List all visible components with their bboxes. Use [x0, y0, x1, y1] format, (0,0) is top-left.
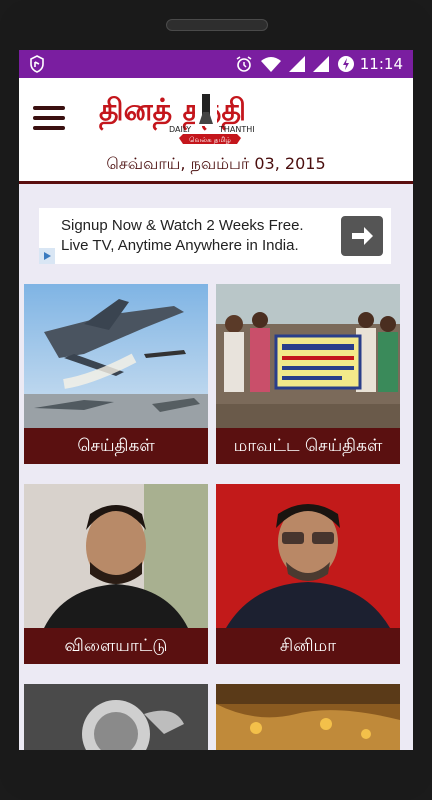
header-date: செவ்வாய், நவம்பர் 03, 2015 [106, 154, 326, 173]
wifi-icon [261, 57, 281, 72]
header-divider [19, 181, 413, 184]
signal-icon [313, 56, 329, 72]
tile-astrology[interactable] [24, 684, 208, 750]
cinema-photo [216, 484, 400, 628]
tile-district-news[interactable]: மாவட்ட செய்திகள் [216, 284, 400, 464]
adchoices-icon[interactable] [39, 248, 55, 264]
tile-cinema[interactable]: சினிமா [216, 484, 400, 664]
svg-text:DAILY: DAILY [169, 125, 191, 134]
astrology-photo [24, 684, 208, 750]
arrow-right-icon [352, 227, 373, 245]
district-news-photo [216, 284, 400, 428]
sports-photo [24, 484, 208, 628]
svg-text:வெல்க தமிழ்: வெல்க தமிழ் [189, 136, 231, 144]
battery-charging-icon [338, 56, 354, 72]
tile-label: விளையாட்டு [24, 628, 208, 664]
ad-line-2: Live TV, Anytime Anywhere in India. [61, 237, 299, 254]
earpiece-speaker [166, 19, 268, 31]
spiritual-photo [216, 684, 400, 750]
tile-news[interactable]: செய்திகள் [24, 284, 208, 464]
dinathanthi-logo[interactable]: தினத் தந்தி DAILY THANTHI வெல்க தமிழ் [99, 88, 319, 148]
alarm-icon [236, 56, 252, 72]
news-photo [24, 284, 208, 428]
signal-icon [289, 56, 305, 72]
status-time: 11:14 [359, 55, 403, 73]
tile-label: செய்திகள் [24, 428, 208, 464]
app-screen: 11:14 தினத் தந்தி DAILY THANTHI வெல்க தம… [19, 50, 413, 750]
tile-sports[interactable]: விளையாட்டு [24, 484, 208, 664]
menu-icon[interactable] [33, 106, 65, 132]
status-bar: 11:14 [19, 50, 413, 78]
tile-label: சினிமா [216, 628, 400, 664]
tile-spiritual[interactable] [216, 684, 400, 750]
ad-arrow-button[interactable] [341, 216, 383, 256]
ad-line-1: Signup Now & Watch 2 Weeks Free. [61, 217, 304, 234]
ad-banner[interactable]: Signup Now & Watch 2 Weeks Free. Live TV… [39, 208, 391, 264]
app-header: தினத் தந்தி DAILY THANTHI வெல்க தமிழ் செ… [19, 78, 413, 184]
phone-frame: 11:14 தினத் தந்தி DAILY THANTHI வெல்க தம… [0, 0, 432, 800]
svg-text:THANTHI: THANTHI [218, 125, 255, 134]
tile-label: மாவட்ட செய்திகள் [216, 428, 400, 464]
app-notification-icon [30, 55, 44, 73]
